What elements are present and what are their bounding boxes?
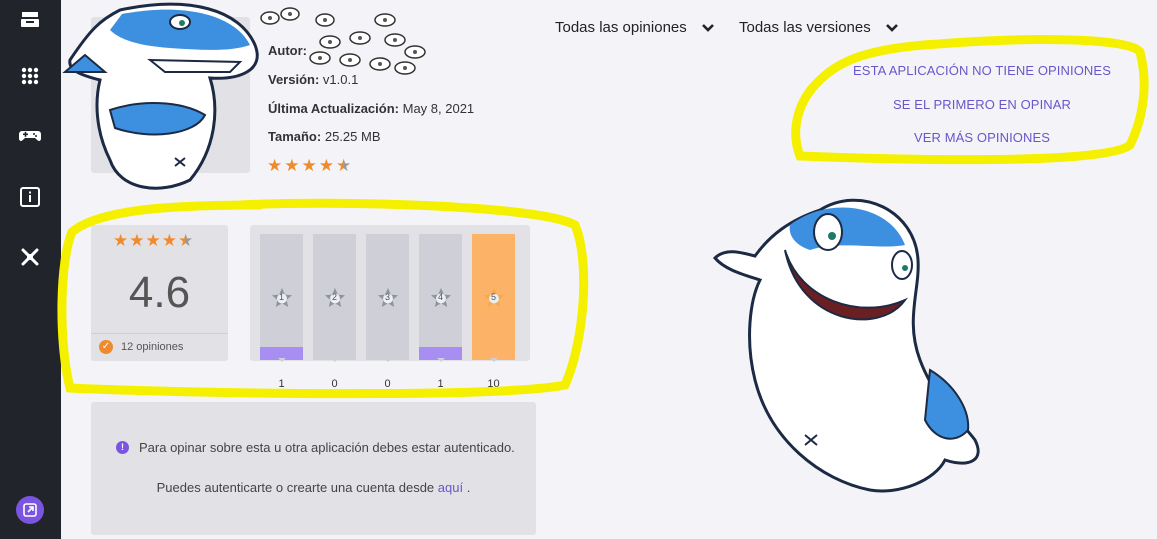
rating-stars: ★ ★ ★ ★ ★ (113, 232, 193, 249)
no-opinions-text: ESTA APLICACIÓN NO TIENE OPINIONES (853, 63, 1111, 78)
bar-count-label: 10 (487, 378, 500, 390)
distribution-bar-2: 2 (313, 234, 356, 360)
chevron-down-icon (701, 23, 714, 32)
chevron-down-icon (885, 23, 898, 32)
bar-pointer (384, 358, 392, 362)
login-link[interactable]: aquí (438, 480, 463, 495)
star-icon: ★ (161, 231, 177, 250)
app-star-rating: ★ ★ ★ ★ ★ (267, 157, 351, 174)
auth-prompt: Puedes autenticarte o crearte una cuenta… (91, 480, 536, 495)
see-more-link[interactable]: VER MÁS OPINIONES (822, 130, 1142, 145)
auth-message-row: ! Para opinar sobre esta u otra aplicaci… (116, 440, 515, 455)
bar-pointer (437, 358, 445, 362)
size-row: Tamaño: 25.25 MB (268, 129, 381, 144)
inbox-tray-icon[interactable] (18, 8, 42, 32)
gamepad-icon[interactable] (18, 123, 42, 147)
bar-pointer (278, 358, 286, 362)
auth-prompt-text: Puedes autenticarte o crearte una cuenta… (156, 480, 435, 495)
auth-message: Para opinar sobre esta u otra aplicación… (139, 440, 515, 455)
author-row: Autor: (268, 43, 307, 58)
size-value: 25.25 MB (324, 129, 381, 144)
divider (91, 333, 228, 334)
filter-versions-label: Todas las versiones (739, 19, 871, 36)
star-number-label: 2 (331, 292, 337, 302)
distribution-bar-1: 1 (260, 234, 303, 360)
filter-versions-dropdown[interactable]: Todas las versiones (739, 19, 899, 36)
external-link-button[interactable] (16, 496, 44, 524)
bar-count-label: 1 (278, 378, 285, 390)
star-icon: ★ (129, 231, 145, 250)
auth-required-box: ! Para opinar sobre esta u otra aplicaci… (91, 402, 536, 535)
star-number-label: 1 (278, 292, 284, 302)
distribution-bar-3: 3 (366, 234, 409, 360)
bar-count-label: 0 (384, 378, 391, 390)
bar-pointer (331, 358, 339, 362)
app-thumbnail (91, 17, 250, 173)
bar-count-label: 1 (437, 378, 444, 390)
check-icon: ✓ (99, 340, 113, 354)
star-icon: ★ (284, 156, 300, 175)
star-half-icon: ★ (336, 156, 352, 175)
shark-sticker-happy (712, 198, 980, 493)
star-icon: ★ (301, 156, 317, 175)
author-label: Autor: (268, 43, 307, 58)
rating-count: 12 opiniones (121, 341, 184, 353)
external-link-icon (23, 503, 37, 517)
star-number-label: 3 (384, 292, 390, 302)
star-icon: ★ (267, 156, 283, 175)
distribution-bar-4: 4 (419, 234, 462, 360)
filter-opinions-dropdown[interactable]: Todas las opiniones (555, 19, 715, 36)
star-icon: ★ (145, 231, 161, 250)
sidebar (0, 0, 61, 539)
size-label: Tamaño: (268, 129, 322, 144)
bar-count-label: 0 (331, 378, 338, 390)
updated-label: Última Actualización: (268, 101, 399, 116)
updated-value: May 8, 2021 (402, 101, 475, 116)
auth-prompt-suffix: . (466, 480, 471, 495)
distribution-bar-5: 5 (472, 234, 515, 360)
be-first-link[interactable]: SE EL PRIMERO EN OPINAR (822, 97, 1142, 112)
bar-pointer (490, 358, 498, 362)
updated-row: Última Actualización: May 8, 2021 (268, 101, 474, 116)
version-label: Versión: (268, 72, 320, 87)
info-icon: ! (116, 441, 129, 454)
star-icon: ★ (318, 156, 334, 175)
star-number-label: 4 (437, 292, 443, 302)
rating-summary-card: ★ ★ ★ ★ ★ 4.6 ✓ 12 opiniones (91, 225, 228, 361)
star-number-label: 5 (490, 292, 496, 302)
toilet-paper-sticker (260, 7, 426, 75)
version-value: v1.0.1 (322, 72, 359, 87)
info-icon[interactable] (18, 185, 42, 209)
settings-cross-icon[interactable] (18, 245, 42, 269)
rating-value: 4.6 (128, 268, 191, 317)
version-row: Versión: v1.0.1 (268, 72, 358, 87)
filter-opinions-label: Todas las opiniones (555, 19, 687, 36)
star-icon: ★ (113, 231, 129, 250)
star-half-icon: ★ (178, 231, 194, 250)
apps-grid-icon[interactable] (18, 64, 42, 88)
